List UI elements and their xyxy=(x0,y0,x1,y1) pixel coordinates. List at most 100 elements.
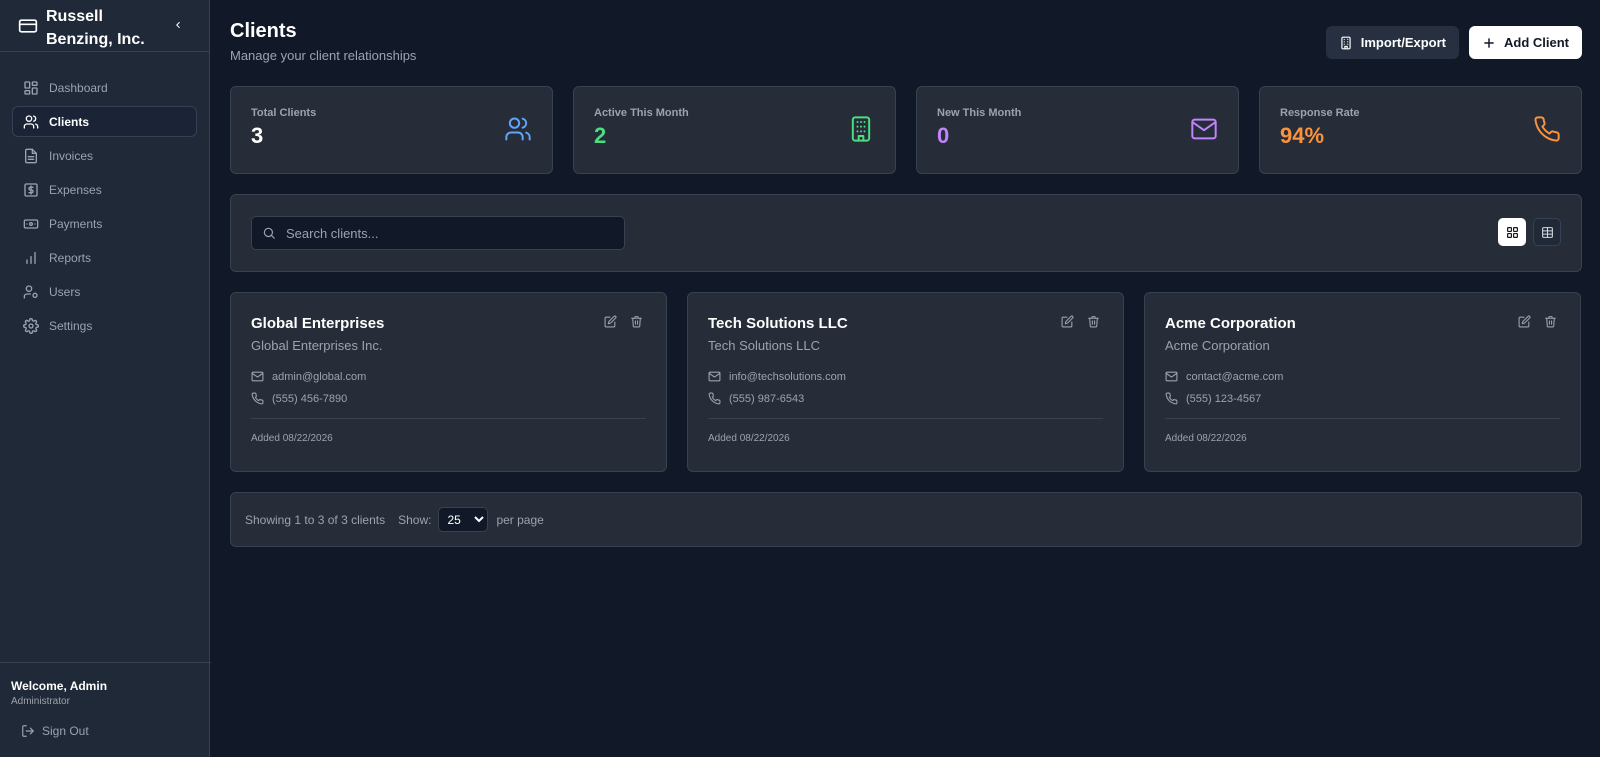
search-icon xyxy=(262,226,276,240)
show-label: Show: xyxy=(398,512,432,527)
page-title: Clients xyxy=(230,20,297,42)
sidebar-item-label: Reports xyxy=(49,250,92,265)
phone-icon xyxy=(708,392,721,405)
sidebar-item-expenses[interactable]: Expenses xyxy=(12,174,197,205)
user-role: Administrator xyxy=(11,696,70,707)
sidebar-item-label: Expenses xyxy=(49,182,102,197)
stat-value: 2 xyxy=(594,123,607,148)
client-phone-text: (555) 456-7890 xyxy=(272,392,348,405)
sidebar: Russell Benzing, Inc. Dashboard Clients xyxy=(0,0,211,757)
phone-icon xyxy=(1533,115,1561,143)
client-name: Tech Solutions LLC xyxy=(708,315,848,332)
stat-value: 94% xyxy=(1280,123,1325,148)
users-icon xyxy=(504,115,532,143)
stats-row: Total Clients 3 Active This Month 2 New … xyxy=(230,86,1582,174)
add-client-button[interactable]: Add Client xyxy=(1469,26,1582,59)
sidebar-item-settings[interactable]: Settings xyxy=(12,310,197,341)
page-subtitle: Manage your client relationships xyxy=(230,48,417,63)
client-company: Tech Solutions LLC xyxy=(708,338,821,353)
per-page-select[interactable]: 25 xyxy=(438,507,489,532)
client-email: contact@acme.com xyxy=(1165,370,1560,383)
sidebar-item-label: Invoices xyxy=(49,148,94,163)
log-out-icon xyxy=(21,724,35,738)
client-company: Acme Corporation xyxy=(1165,338,1270,353)
trash-icon[interactable] xyxy=(1544,315,1558,329)
pagination-bar: Showing 1 to 3 of 3 clients Show: 25 per… xyxy=(230,492,1582,547)
client-company: Global Enterprises Inc. xyxy=(251,338,383,353)
collapse-sidebar-button[interactable] xyxy=(171,15,185,35)
edit-icon[interactable] xyxy=(604,315,618,329)
stat-label: Response Rate xyxy=(1280,107,1360,119)
sidebar-item-dashboard[interactable]: Dashboard xyxy=(12,72,197,103)
client-phone: (555) 987-6543 xyxy=(708,392,1103,405)
edit-icon[interactable] xyxy=(1518,315,1532,329)
sidebar-item-reports[interactable]: Reports xyxy=(12,242,197,273)
client-added-date: Added 08/22/2026 xyxy=(251,433,333,444)
dollar-icon xyxy=(23,182,39,198)
sidebar-item-users[interactable]: Users xyxy=(12,276,197,307)
phone-icon xyxy=(1165,392,1178,405)
table-icon xyxy=(1541,226,1553,238)
stat-card-total-clients: Total Clients 3 xyxy=(230,86,553,174)
client-email-text: info@techsolutions.com xyxy=(729,370,846,383)
plus-icon xyxy=(1482,36,1496,50)
client-card[interactable]: Global Enterprises Global Enterprises In… xyxy=(230,292,667,472)
sign-out-button[interactable]: Sign Out xyxy=(21,724,200,738)
user-cog-icon xyxy=(23,284,39,300)
grid-icon xyxy=(1506,226,1518,238)
app-name: Russell Benzing, Inc. xyxy=(46,8,145,48)
client-added-date: Added 08/22/2026 xyxy=(708,433,790,444)
card-divider xyxy=(1165,418,1560,419)
mail-icon xyxy=(1190,115,1218,143)
stat-label: Active This Month xyxy=(594,107,689,119)
sign-out-label: Sign Out xyxy=(42,724,89,738)
client-added-date: Added 08/22/2026 xyxy=(1165,433,1247,444)
per-page-suffix: per page xyxy=(496,512,544,527)
sidebar-item-label: Clients xyxy=(49,114,90,129)
building-icon xyxy=(847,115,875,143)
trash-icon[interactable] xyxy=(630,315,644,329)
table-view-button[interactable] xyxy=(1533,218,1561,246)
sidebar-item-payments[interactable]: Payments xyxy=(12,208,197,239)
bar-chart-icon xyxy=(23,250,39,266)
view-toggle xyxy=(1498,218,1561,246)
user-panel: Welcome, Admin Administrator Sign Out xyxy=(0,662,211,757)
file-icon xyxy=(23,148,39,164)
building-icon xyxy=(1339,36,1353,50)
gear-icon xyxy=(23,317,39,334)
sidebar-item-label: Payments xyxy=(49,216,103,231)
pagination-summary: Showing 1 to 3 of 3 clients xyxy=(245,512,386,527)
import-export-button[interactable]: Import/Export xyxy=(1325,26,1459,59)
client-phone-text: (555) 123-4567 xyxy=(1186,392,1262,405)
stat-label: Total Clients xyxy=(251,107,317,119)
client-email: admin@global.com xyxy=(251,370,646,383)
main-content: Clients Manage your client relationships… xyxy=(210,0,1600,757)
sidebar-item-invoices[interactable]: Invoices xyxy=(12,140,197,171)
client-phone-text: (555) 987-6543 xyxy=(729,392,805,405)
search-input[interactable] xyxy=(286,225,606,241)
page-header: Clients Manage your client relationships… xyxy=(230,20,1582,86)
stat-card-active-this-month: Active This Month 2 xyxy=(573,86,896,174)
import-export-label: Import/Export xyxy=(1360,35,1446,50)
phone-icon xyxy=(251,392,264,405)
search-box[interactable] xyxy=(251,216,625,250)
chevron-left-icon xyxy=(176,21,180,29)
welcome-text: Welcome, Admin xyxy=(11,679,108,693)
users-icon xyxy=(23,114,39,130)
client-card[interactable]: Acme Corporation Acme Corporation contac… xyxy=(1144,292,1581,472)
sidebar-item-label: Dashboard xyxy=(49,80,108,95)
mail-icon xyxy=(708,370,721,383)
card-divider xyxy=(251,418,646,419)
mail-icon xyxy=(1165,370,1178,383)
grid-view-button[interactable] xyxy=(1498,218,1526,246)
stat-card-response-rate: Response Rate 94% xyxy=(1259,86,1582,174)
trash-icon[interactable] xyxy=(1087,315,1101,329)
edit-icon[interactable] xyxy=(1061,315,1075,329)
client-phone: (555) 456-7890 xyxy=(251,392,646,405)
client-card[interactable]: Tech Solutions LLC Tech Solutions LLC in… xyxy=(687,292,1124,472)
sidebar-item-clients[interactable]: Clients xyxy=(12,106,197,137)
client-phone: (555) 123-4567 xyxy=(1165,392,1560,405)
sidebar-item-label: Settings xyxy=(49,318,93,333)
sidebar-item-label: Users xyxy=(49,284,81,299)
stat-value: 3 xyxy=(251,123,264,148)
